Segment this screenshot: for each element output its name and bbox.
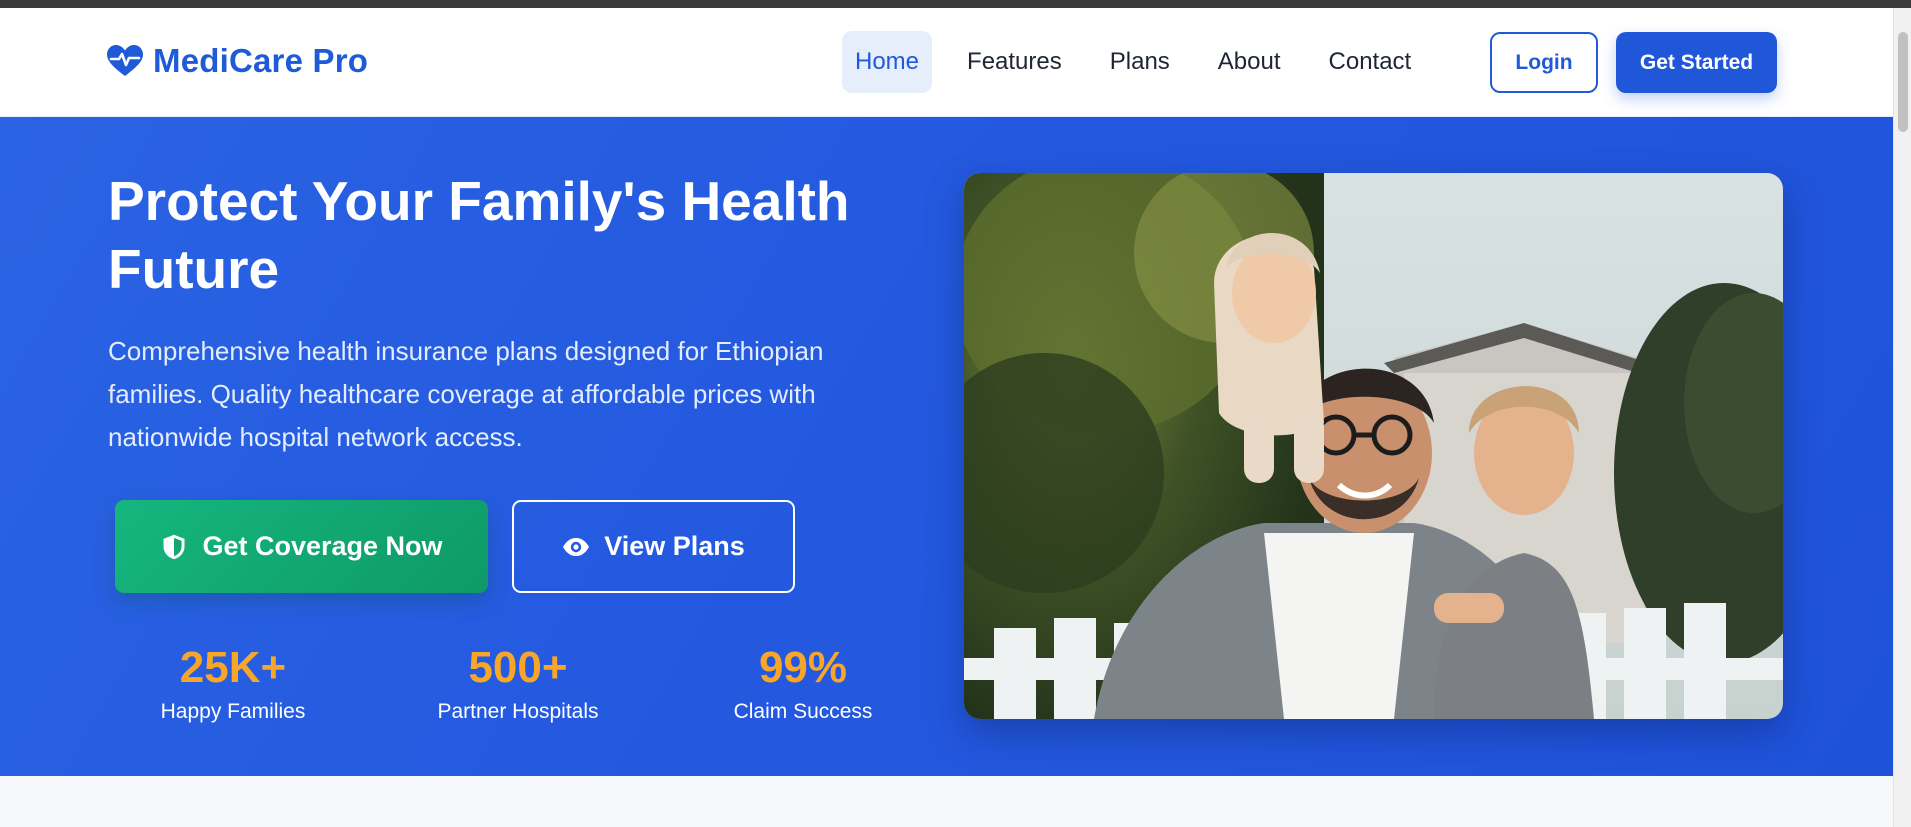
hero-section: Protect Your Family's Health Future Comp… [0,117,1893,776]
stat-hospitals: 500+ Partner Hospitals [393,642,643,724]
get-started-button[interactable]: Get Started [1616,32,1777,93]
heart-pulse-icon [107,45,143,76]
hero-stats: 25K+ Happy Families 500+ Partner Hospita… [108,642,908,732]
nav-features[interactable]: Features [954,31,1075,93]
stat-value: 25K+ [179,643,287,692]
page-viewport: MediCare Pro Home Features Plans About C… [0,8,1893,827]
hero-family-photo [964,173,1783,719]
browser-top-strip [0,0,1911,8]
hero-description: Comprehensive health insurance plans des… [108,336,824,452]
eye-icon [563,537,590,556]
navbar: MediCare Pro Home Features Plans About C… [0,8,1893,117]
next-section [0,776,1893,827]
family-photo-illustration [964,173,1783,719]
stat-claims: 99% Claim Success [678,642,928,724]
login-button[interactable]: Login [1490,32,1598,93]
brand-logo[interactable]: MediCare Pro [107,42,368,80]
shield-icon [163,534,185,559]
brand-name: MediCare Pro [153,42,369,79]
page-scrollbar[interactable] [1893,8,1911,827]
nav-about[interactable]: About [1205,31,1294,93]
nav-plans[interactable]: Plans [1097,31,1183,93]
nav-home[interactable]: Home [842,31,933,93]
view-plans-label: View Plans [604,531,745,561]
stat-families: 25K+ Happy Families [108,642,358,724]
nav-contact[interactable]: Contact [1316,31,1425,93]
stat-value: 500+ [468,643,568,692]
view-plans-button[interactable]: View Plans [512,500,795,593]
stat-value: 99% [758,643,848,692]
get-coverage-label: Get Coverage Now [202,531,443,561]
hero-title: Protect Your Family's Health Future [108,170,850,300]
stat-label: Happy Families [160,700,306,723]
stat-label: Partner Hospitals [437,700,599,723]
main-nav: Home Features Plans About Contact [842,31,1446,93]
get-coverage-button[interactable]: Get Coverage Now [115,500,488,593]
scrollbar-thumb[interactable] [1898,32,1908,132]
stat-label: Claim Success [733,700,873,723]
